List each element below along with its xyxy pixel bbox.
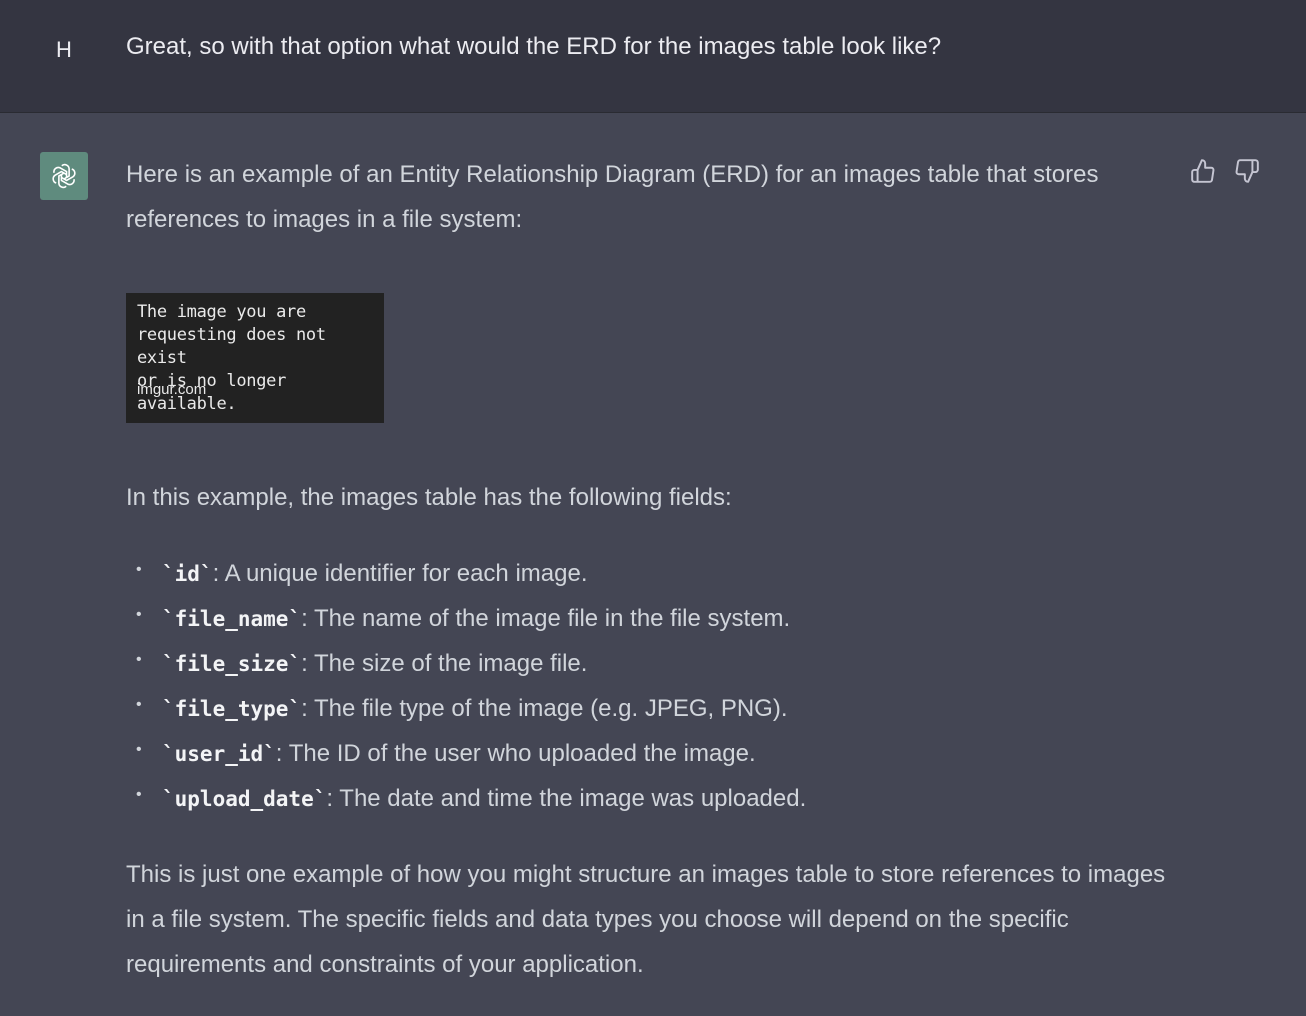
thumbs-down-button[interactable]: [1232, 156, 1262, 186]
list-item: • `file_name`: The name of the image file…: [136, 605, 791, 632]
field-description: : The name of the image file in the file…: [301, 605, 791, 632]
user-message-row: H Great, so with that option what would …: [0, 0, 1306, 113]
field-description: : The ID of the user who uploaded the im…: [275, 740, 756, 767]
assistant-intro-text: Here is an example of an Entity Relation…: [126, 161, 1099, 233]
list-item: • `user_id`: The ID of the user who uploa…: [136, 740, 756, 767]
field-description: : A unique identifier for each image.: [212, 560, 588, 587]
assistant-avatar: [40, 152, 88, 200]
field-name: `file_type`: [162, 697, 302, 721]
list-item: • `upload_date`: The date and time the im…: [136, 785, 807, 812]
list-item: • `id`: A unique identifier for each imag…: [136, 560, 588, 587]
openai-logo-icon: [52, 163, 76, 189]
image-source-domain: imgur.com: [137, 381, 207, 398]
field-list: • `id`: A unique identifier for each imag…: [126, 551, 1186, 821]
closing-text: This is just one example of how you migh…: [126, 861, 1166, 978]
assistant-message: Here is an example of an Entity Relation…: [126, 152, 1186, 987]
fields-intro-text: In this example, the images table has th…: [126, 484, 732, 511]
field-name: `file_size`: [162, 652, 302, 676]
field-name: `id`: [162, 562, 213, 586]
field-name: `user_id`: [162, 742, 276, 766]
field-description: : The date and time the image was upload…: [326, 785, 807, 812]
field-description: : The size of the image file.: [301, 650, 588, 677]
thumbs-down-icon: [1235, 159, 1259, 183]
broken-image-placeholder: The image you are requesting does not ex…: [126, 293, 384, 423]
thumbs-up-button[interactable]: [1188, 156, 1218, 186]
list-item: • `file_type`: The file type of the image…: [136, 695, 788, 722]
user-message-text: Great, so with that option what would th…: [126, 33, 942, 60]
thumbs-up-icon: [1191, 159, 1215, 183]
field-name: `file_name`: [162, 607, 302, 631]
field-name: `upload_date`: [162, 787, 327, 811]
user-avatar: H: [56, 37, 72, 62]
list-item: • `file_size`: The size of the image file…: [136, 650, 588, 677]
field-description: : The file type of the image (e.g. JPEG,…: [301, 695, 788, 722]
